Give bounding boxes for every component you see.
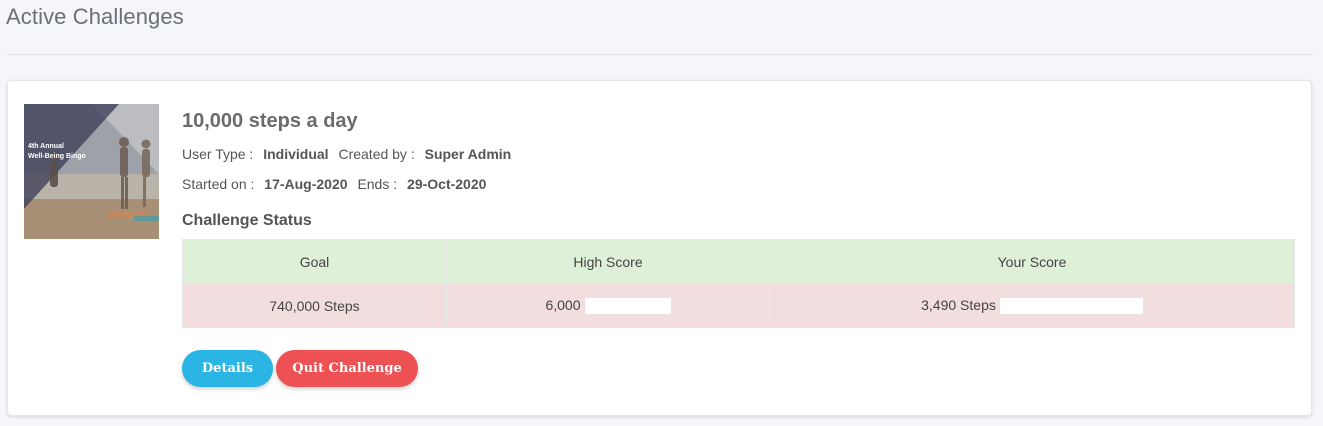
status-value-row: 740,000 Steps 6,000 3,490 Steps [182,283,1295,328]
challenge-card: 4th Annual Well-Being Bingo 10,000 steps… [7,80,1312,416]
ends-value: 29-Oct-2020 [407,176,487,192]
created-by-label: Created by : [338,146,415,162]
user-type-value: Individual [263,146,329,162]
your-score-value: 3,490 Steps [921,296,996,313]
high-score-value: 6,000 [545,296,581,313]
high-score-value-cell: 6,000 [446,283,770,328]
high-score-column-header: High Score [446,239,770,284]
challenge-title: 10,000 steps a day [182,110,358,132]
redacted-mask [584,298,671,315]
ends-label: Ends : [357,176,398,192]
created-by-value: Super Admin [424,146,512,162]
challenge-meta-row-2: Started on : 17-Aug-2020 Ends : 29-Oct-2… [182,176,492,192]
user-type-label: User Type : [182,146,254,162]
goal-column-header: Goal [182,239,447,284]
challenge-status-table: Goal High Score Your Score 740,000 Steps… [182,239,1295,328]
challenge-status-heading: Challenge Status [182,212,312,229]
started-on-label: Started on : [182,176,255,192]
thumbnail-text-line2: Well-Being Bingo [28,153,86,160]
redacted-mask [999,298,1143,315]
started-on-value: 17-Aug-2020 [264,176,348,192]
status-header-row: Goal High Score Your Score [182,239,1295,284]
thumbnail-text-line1: 4th Annual [28,143,64,150]
challenge-meta-row-1: User Type : Individual Created by : Supe… [182,146,517,162]
your-score-column-header: Your Score [769,239,1295,284]
challenge-thumbnail: 4th Annual Well-Being Bingo [24,104,159,239]
page-title: Active Challenges [6,4,184,29]
goal-value-cell: 740,000 Steps [182,283,447,328]
challenge-thumbnail-image: 4th Annual Well-Being Bingo [24,104,159,239]
your-score-value-cell: 3,490 Steps [769,283,1295,328]
details-button[interactable]: Details [182,350,273,387]
title-divider [6,54,1314,55]
goal-value: 740,000 Steps [269,297,360,314]
quit-challenge-button[interactable]: Quit Challenge [276,350,418,387]
